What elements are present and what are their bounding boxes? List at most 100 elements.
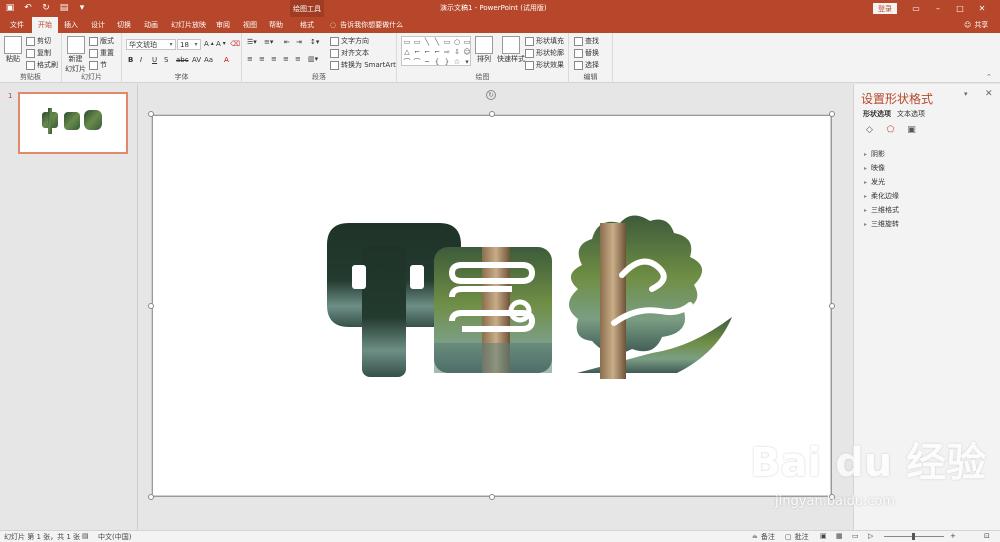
login-button[interactable]: 登录 — [873, 3, 897, 14]
slide[interactable] — [148, 111, 835, 500]
reading-view-icon[interactable]: ▭ — [852, 532, 859, 540]
align-text-button[interactable]: 对齐文本 — [330, 48, 369, 58]
change-case-icon[interactable]: Aa — [204, 56, 213, 64]
slideshow-view-icon[interactable]: ▷ — [868, 532, 873, 540]
redo-icon[interactable]: ↻ — [40, 2, 52, 14]
rotate-handle[interactable]: ↻ — [486, 90, 496, 100]
char-spacing-icon[interactable]: AV — [192, 56, 201, 64]
minimize-icon[interactable]: – — [932, 2, 944, 14]
zoom-in-icon[interactable]: + — [950, 532, 956, 540]
grow-font-icon[interactable]: A ▴ — [204, 40, 214, 48]
share-button[interactable]: ☺ 共享 — [964, 20, 988, 30]
arrange-button[interactable]: 排列 — [475, 36, 493, 64]
justify-icon[interactable]: ≡ — [283, 55, 289, 63]
reset-button[interactable]: 重置 — [89, 48, 114, 58]
language-indicator[interactable]: 中文(中国) — [98, 532, 131, 542]
slide-sorter-icon[interactable]: ▦ — [836, 532, 843, 540]
resize-handle-w[interactable] — [148, 303, 154, 309]
paste-button[interactable]: 粘贴 — [4, 36, 22, 64]
effects-pentagon-icon[interactable]: ⬠ — [885, 124, 896, 135]
decrease-indent-icon[interactable]: ⇤ — [284, 38, 290, 46]
tab-animations[interactable]: 动画 — [138, 17, 164, 33]
tab-text-options[interactable]: 文本选项 — [897, 109, 925, 119]
format-painter-button[interactable]: 格式刷 — [26, 60, 58, 70]
fit-slide-icon[interactable]: ⊡ — [984, 532, 990, 540]
undo-icon[interactable]: ↶ — [22, 2, 34, 14]
resize-handle-n[interactable] — [489, 111, 495, 117]
align-center-icon[interactable]: ≡ — [259, 55, 265, 63]
underline-icon[interactable]: U — [152, 56, 157, 64]
option-glow[interactable]: ▸ 发光 — [864, 177, 885, 187]
pane-options-icon[interactable]: ▾ — [964, 90, 968, 98]
option-3d-format[interactable]: ▸ 三维格式 — [864, 205, 899, 215]
shape-fill-button[interactable]: 形状填充 — [525, 36, 564, 46]
shape-outline-button[interactable]: 形状轮廓 — [525, 48, 564, 58]
line-spacing-icon[interactable]: ↕▾ — [310, 38, 319, 46]
replace-button[interactable]: 替换 — [574, 48, 599, 58]
tab-home[interactable]: 开始 — [32, 17, 58, 33]
new-slide-button[interactable]: 新建 幻灯片 — [65, 36, 86, 74]
resize-handle-ne[interactable] — [829, 111, 835, 117]
option-soft-edges[interactable]: ▸ 柔化边缘 — [864, 191, 899, 201]
align-left-icon[interactable]: ≡ — [247, 55, 253, 63]
option-reflection[interactable]: ▸ 映像 — [864, 163, 885, 173]
size-properties-icon[interactable]: ▣ — [906, 124, 917, 135]
increase-indent-icon[interactable]: ⇥ — [296, 38, 302, 46]
layout-button[interactable]: 版式 — [89, 36, 114, 46]
notes-button[interactable]: ≐ 备注 — [752, 532, 775, 542]
tell-me-box[interactable]: ◌ 告诉我你想要做什么 — [330, 20, 403, 30]
tab-file[interactable]: 文件 — [4, 17, 30, 33]
collapse-ribbon-icon[interactable]: ⌃ — [986, 73, 992, 81]
normal-view-icon[interactable]: ▣ — [820, 532, 827, 540]
align-right-icon[interactable]: ≡ — [271, 55, 277, 63]
pane-close-icon[interactable]: ✕ — [985, 89, 993, 99]
shape-effects-button[interactable]: 形状效果 — [525, 60, 564, 70]
tab-insert[interactable]: 插入 — [58, 17, 84, 33]
font-name-combo[interactable]: 华文琥珀 ▾ — [126, 39, 176, 50]
columns-icon[interactable]: ▥▾ — [308, 55, 318, 63]
numbering-icon[interactable]: ≡▾ — [264, 38, 273, 46]
distributed-icon[interactable]: ≡ — [295, 55, 301, 63]
option-3d-rotation[interactable]: ▸ 三维旋转 — [864, 219, 899, 229]
resize-handle-s[interactable] — [489, 494, 495, 500]
spellcheck-icon[interactable]: ▤ — [82, 532, 89, 540]
tab-slideshow[interactable]: 幻灯片放映 — [165, 17, 212, 33]
tab-format[interactable]: 格式 — [294, 17, 320, 33]
font-size-combo[interactable]: 18 ▾ — [177, 39, 201, 50]
resize-handle-e[interactable] — [829, 303, 835, 309]
select-button[interactable]: 选择 — [574, 60, 599, 70]
italic-icon[interactable]: I — [140, 56, 142, 64]
smartart-button[interactable]: 转换为 SmartArt — [330, 60, 396, 70]
tab-review[interactable]: 审阅 — [210, 17, 236, 33]
tab-shape-options[interactable]: 形状选项 — [863, 109, 891, 119]
ribbon-display-icon[interactable]: ▭ — [910, 2, 922, 14]
fill-line-icon[interactable]: ◇ — [864, 124, 875, 135]
shrink-font-icon[interactable]: A ▾ — [216, 40, 226, 48]
bold-icon[interactable]: B — [128, 56, 133, 64]
tab-transitions[interactable]: 切换 — [111, 17, 137, 33]
strikethrough-icon[interactable]: abc — [176, 56, 189, 64]
resize-handle-nw[interactable] — [148, 111, 154, 117]
comments-button[interactable]: ▢ 批注 — [785, 532, 809, 542]
font-color-icon[interactable]: A — [224, 56, 229, 64]
find-button[interactable]: 查找 — [574, 36, 599, 46]
bullets-icon[interactable]: ☰▾ — [247, 38, 257, 46]
quick-styles-button[interactable]: 快速样式 — [497, 36, 525, 64]
shadow-icon[interactable]: S — [164, 56, 168, 64]
text-direction-button[interactable]: 文字方向 — [330, 36, 369, 46]
maximize-icon[interactable]: □ — [954, 2, 966, 14]
tab-view[interactable]: 视图 — [237, 17, 263, 33]
option-shadow[interactable]: ▸ 阴影 — [864, 149, 885, 159]
resize-handle-sw[interactable] — [148, 494, 154, 500]
cut-button[interactable]: 剪切 — [26, 36, 51, 46]
zoom-slider-thumb[interactable] — [912, 533, 915, 540]
start-from-beginning-icon[interactable]: ▤ — [58, 2, 70, 14]
copy-button[interactable]: 复制 — [26, 48, 51, 58]
section-button[interactable]: 节 — [89, 60, 107, 70]
save-icon[interactable]: ▣ — [4, 2, 16, 14]
slide-thumbnail[interactable] — [18, 92, 128, 154]
customize-icon[interactable]: ▾ — [76, 2, 88, 14]
shapes-gallery[interactable]: ▭ ▭ ╲ ╲ ▭ ○ ▭ △ ⌐ ⌐ ⌐ ⇨ ⇩ ☺ ⌒ ⌒ ~{} ☆ ▾ — [401, 36, 471, 66]
clear-format-icon[interactable]: ⌫ — [230, 40, 240, 48]
tab-help[interactable]: 帮助 — [263, 17, 289, 33]
